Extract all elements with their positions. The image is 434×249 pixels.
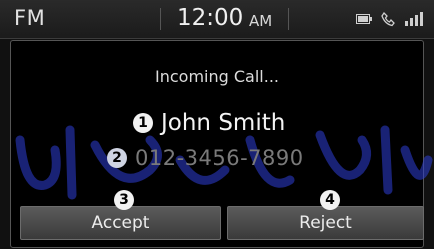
callout-badge: 4	[320, 190, 340, 210]
audio-source-label: FM	[14, 6, 46, 30]
status-icons	[356, 11, 424, 27]
status-bar: FM 12:00 AM	[0, 0, 434, 39]
caller-number-row: 2 012-3456-7890	[107, 146, 304, 170]
accept-button[interactable]: Accept	[20, 206, 221, 240]
caller-name: John Smith	[161, 110, 286, 136]
signal-strength-icon	[405, 12, 423, 26]
clock-time: 12:00	[177, 5, 244, 31]
reject-button[interactable]: Reject	[227, 206, 424, 240]
accept-button-label: Accept	[91, 213, 150, 233]
callout-badge: 2	[107, 148, 127, 168]
divider	[288, 8, 289, 30]
incoming-call-heading: Incoming Call...	[155, 67, 279, 86]
callout-badge: 1	[133, 113, 153, 133]
callout-badge: 3	[114, 190, 134, 210]
clock-ampm: AM	[249, 12, 273, 30]
divider	[160, 8, 161, 30]
caller-number: 012-3456-7890	[135, 146, 304, 170]
reject-button-label: Reject	[299, 213, 352, 233]
battery-icon	[356, 14, 372, 24]
phone-handset-icon	[381, 11, 395, 27]
caller-name-row: 1 John Smith	[133, 110, 285, 136]
